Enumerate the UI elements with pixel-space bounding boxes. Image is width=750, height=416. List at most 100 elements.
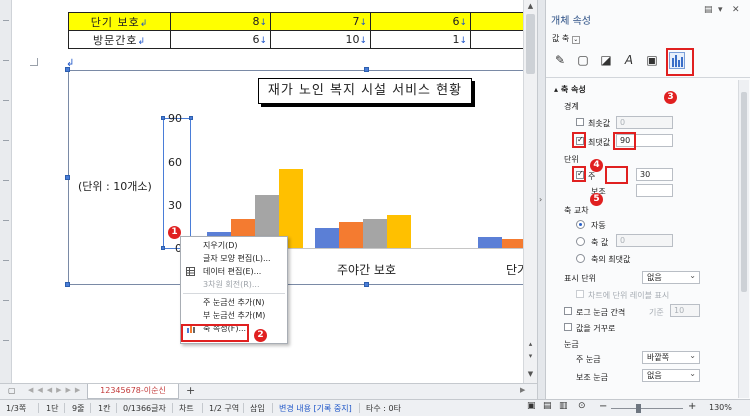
chart-bar[interactable] — [339, 222, 363, 248]
menu-item-font-edit[interactable]: 글자 모양 편집(L)... — [181, 252, 287, 265]
y-tick-label: 90 — [168, 112, 182, 125]
cross-max-radio[interactable] — [576, 254, 585, 263]
margin-corner-mark — [30, 58, 38, 66]
scroll-thumb[interactable] — [526, 14, 535, 74]
status-page[interactable]: 1/3쪽 — [6, 403, 26, 414]
text-style-icon[interactable]: A — [621, 52, 637, 69]
cross-value-radio[interactable] — [576, 237, 585, 246]
pin-icon[interactable]: ▤ — [704, 5, 713, 15]
chart-bar[interactable] — [387, 215, 411, 248]
panel-splitter[interactable]: › — [537, 0, 545, 399]
bounds-label: 경계 — [564, 102, 579, 111]
minor-unit-input[interactable] — [636, 184, 673, 197]
resize-handle[interactable] — [65, 282, 70, 287]
horizontal-scroll-right-icon[interactable]: ▶ — [520, 386, 525, 394]
major-unit-input[interactable]: 30 — [636, 168, 673, 181]
panel-scrollbar[interactable] — [738, 80, 749, 398]
vertical-scrollbar[interactable]: ▲ ▴ ▾ ▼ — [523, 0, 537, 383]
collapse-arrow-icon[interactable]: › — [539, 195, 542, 204]
object-properties-panel[interactable]: 개체 속성 ▤ ▾ ✕ 값 축 ⌄ ✎ ▢ ◪ A ▣ 3 ▴ 축 속성 경계 … — [545, 0, 750, 399]
unit-label[interactable]: (단위 : 10개소) — [78, 178, 152, 194]
page-down-icon[interactable]: ▾ — [526, 352, 535, 361]
line-style-icon[interactable]: ▢ — [575, 52, 591, 69]
fill-pen-icon[interactable]: ✎ — [552, 52, 568, 69]
menu-item-add-major-gridline[interactable]: 주 눈금선 추가(N) — [181, 296, 287, 309]
menu-item-add-minor-gridline[interactable]: 부 눈금선 추가(M) — [181, 309, 287, 322]
document-area[interactable]: 단기 보호↲ 8↓ 7↓ 6↓ 방문간호↲ 6↓ 10↓ 1↓ ↲ 재가 노인 … — [0, 0, 537, 383]
display-unit-chart-checkbox — [576, 290, 584, 298]
display-unit-select[interactable]: 없음 — [642, 270, 700, 284]
status-bar: 1/3쪽 1단 9줄 1칸 0/1366글자 차트 1/2 구역 삽입 변경 내… — [0, 399, 750, 416]
cross-max-label: 축의 최댓값 — [591, 255, 631, 264]
y-tick-label: 0 — [175, 242, 182, 255]
panel-title: 개체 속성 — [551, 16, 591, 27]
scroll-up-icon[interactable]: ▲ — [526, 2, 535, 11]
data-table[interactable]: 단기 보호↲ 8↓ 7↓ 6↓ 방문간호↲ 6↓ 10↓ 1↓ — [68, 12, 531, 49]
menu-item-data-edit[interactable]: 데이터 편집(E)... — [181, 265, 287, 278]
view-page-icon[interactable]: ▤ — [543, 401, 552, 411]
status-col: 1칸 — [98, 404, 111, 413]
menu-item-delete[interactable]: 지우기(D) — [181, 239, 287, 252]
zoom-slider-thumb[interactable] — [636, 404, 641, 413]
chart-bar[interactable] — [363, 219, 387, 248]
cross-value-label: 축 값 — [591, 238, 609, 247]
view-normal-icon[interactable]: ▣ — [527, 401, 536, 411]
view-web-icon[interactable]: ▥ — [559, 401, 568, 411]
reverse-label: 값을 거꾸로 — [576, 324, 616, 333]
document-tab[interactable]: 12345678-이순신 — [87, 384, 179, 399]
unit-section-label: 단위 — [564, 155, 579, 164]
zoom-icon[interactable]: ⊙ — [578, 401, 586, 411]
tab-list-icon[interactable]: ▢ — [8, 386, 16, 395]
status-track-changes[interactable]: 변경 내용 [기록 중지] — [279, 403, 352, 414]
display-unit-label: 표시 단위 — [564, 274, 596, 283]
reverse-checkbox[interactable] — [564, 323, 572, 331]
status-insert-mode[interactable]: 삽입 — [250, 403, 265, 414]
panel-scroll-thumb[interactable] — [741, 92, 747, 292]
min-input[interactable]: 0 — [616, 116, 673, 129]
scroll-down-icon[interactable]: ▼ — [526, 370, 535, 379]
axis-handle[interactable] — [189, 116, 193, 120]
menu-item-3d-rotate: 3차원 회전(R)... — [203, 280, 260, 289]
major-unit-label: 주 — [588, 172, 596, 181]
log-base-input[interactable]: 10 — [670, 304, 700, 317]
add-tab-button[interactable]: + — [186, 384, 195, 397]
min-checkbox[interactable] — [576, 118, 584, 126]
text-box-icon[interactable]: ▣ — [644, 52, 660, 69]
table-row[interactable]: 방문간호↲ 6↓ 10↓ 1↓ — [68, 30, 531, 49]
chart-bar[interactable] — [315, 227, 339, 248]
shadow-icon[interactable]: ◪ — [598, 52, 614, 69]
table-row[interactable]: 단기 보호↲ 8↓ 7↓ 6↓ — [68, 12, 531, 31]
minor-tick-select[interactable]: 없음 — [642, 368, 700, 382]
cross-auto-radio[interactable] — [576, 220, 585, 229]
axis-select[interactable]: 값 축 ⌄ — [552, 33, 580, 44]
major-tick-select[interactable]: 바깥쪽 — [642, 350, 700, 364]
page-up-icon[interactable]: ▴ — [526, 340, 535, 349]
section-axis-properties[interactable]: ▴ 축 속성 — [554, 84, 586, 95]
resize-handle[interactable] — [65, 67, 70, 72]
menu-separator — [183, 293, 285, 294]
chart-title[interactable]: 재가 노인 복지 시설 서비스 현황 — [258, 78, 472, 104]
tab-nav-icons[interactable]: ◀◀◀▶▶▶ — [28, 386, 84, 394]
sheet-tab-bar[interactable]: ▢ ◀◀◀▶▶▶ 12345678-이순신 + ▶ — [0, 383, 537, 399]
panel-menu-icon[interactable]: ▾ — [718, 5, 723, 15]
log-checkbox[interactable] — [564, 307, 572, 315]
highlight-axis-tab — [666, 48, 694, 76]
zoom-out-icon[interactable]: − — [599, 401, 607, 412]
resize-handle[interactable] — [364, 282, 369, 287]
highlight-max-check — [572, 132, 586, 148]
y-tick-label: 60 — [168, 156, 182, 169]
table-icon — [186, 267, 195, 276]
chart-bar[interactable] — [478, 236, 502, 248]
highlight-major-check — [572, 166, 586, 182]
display-unit-chart-label: 차트에 단위 레이블 표시 — [588, 291, 670, 300]
close-icon[interactable]: ✕ — [732, 5, 740, 15]
status-object: 차트 — [179, 404, 194, 413]
resize-handle[interactable] — [364, 67, 369, 72]
resize-handle[interactable] — [65, 175, 70, 180]
zoom-in-icon[interactable]: + — [688, 401, 696, 412]
cross-value-input[interactable]: 0 — [616, 234, 673, 247]
zoom-slider[interactable] — [611, 408, 683, 409]
status-zoom[interactable]: 130% — [709, 403, 732, 412]
minor-tick-label: 보조 눈금 — [576, 373, 608, 382]
min-label: 최솟값 — [588, 119, 611, 128]
